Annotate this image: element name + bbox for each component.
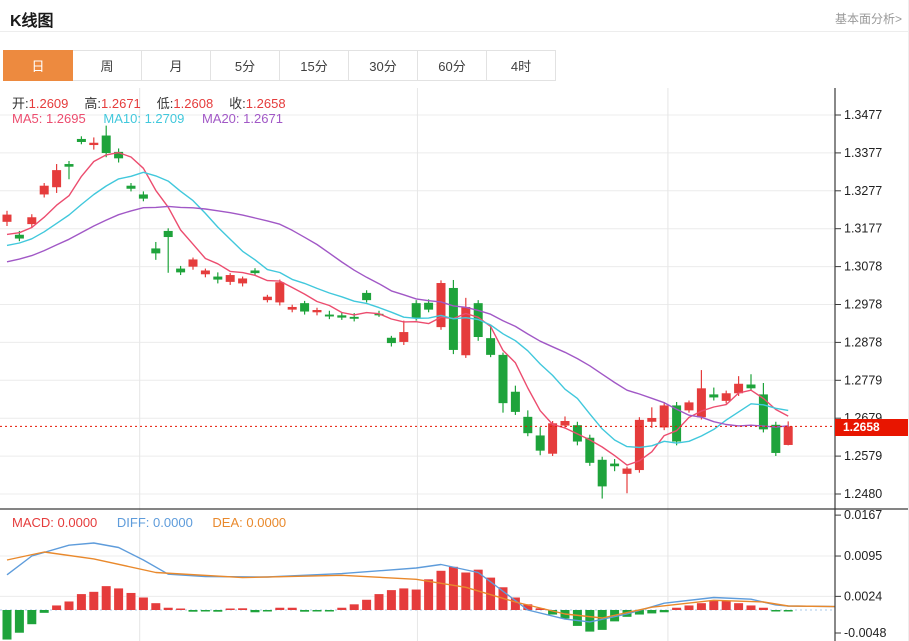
price-axis-label: 1.3377: [844, 146, 882, 160]
axes-layer: [0, 88, 909, 641]
period-tab-5min[interactable]: 5分: [210, 50, 280, 81]
close-label: 收:: [229, 96, 246, 111]
price-axis-label: 1.2878: [844, 335, 882, 349]
price-axis-label: 1.2978: [844, 298, 882, 312]
high-value: 1.2671: [101, 96, 141, 111]
dea-value-readout: DEA: 0.0000: [212, 515, 286, 530]
period-tab-month[interactable]: 月: [141, 50, 211, 81]
diff-value-readout: DIFF: 0.0000: [117, 515, 193, 530]
period-tab-60min[interactable]: 60分: [417, 50, 487, 81]
fundamental-analysis-link[interactable]: 基本面分析>: [835, 10, 902, 27]
open-label: 开:: [12, 96, 29, 111]
page-header: K线图 基本面分析>: [0, 0, 908, 32]
macd-value-readout: MACD: 0.0000: [12, 515, 97, 530]
price-axis-label: 1.3277: [844, 184, 882, 198]
period-tab-4hour[interactable]: 4时: [486, 50, 556, 81]
close-value: 1.2658: [246, 96, 286, 111]
macd-readout: MACD: 0.0000 DIFF: 0.0000 DEA: 0.0000: [12, 515, 302, 530]
ma20-readout: MA20: 1.2671: [202, 111, 283, 126]
macd-axis-labels: 0.0167 0.0095 0.0024 -0.0048: [835, 508, 886, 640]
low-value: 1.2608: [173, 96, 213, 111]
last-price-tag: 1.2658: [835, 419, 909, 436]
price-axis-label: 1.2480: [844, 487, 882, 501]
price-axis-label: 1.3177: [844, 222, 882, 236]
price-axis-label: 1.3477: [844, 108, 882, 122]
period-tab-30min[interactable]: 30分: [348, 50, 418, 81]
ma5-readout: MA5: 1.2695: [12, 111, 86, 126]
macd-axis-label: 0.0167: [844, 508, 882, 522]
period-tab-day[interactable]: 日: [3, 50, 73, 81]
kline-page: K线图 基本面分析> 日周月5分15分30分60分4时 1.3477 1.3377…: [0, 0, 909, 641]
grid-layer: [0, 88, 835, 641]
high-label: 高:: [84, 96, 101, 111]
price-axis-label: 1.2779: [844, 373, 882, 387]
macd-axis-label: 0.0095: [844, 549, 882, 563]
low-label: 低:: [157, 96, 174, 111]
period-tabs: 日周月5分15分30分60分4时: [4, 50, 556, 81]
macd-axis-label: -0.0048: [844, 626, 886, 640]
macd-axis-label: 0.0024: [844, 589, 882, 603]
ma-readout: MA5: 1.2695 MA10: 1.2709 MA20: 1.2671: [12, 111, 297, 126]
ma20-line: [7, 206, 788, 427]
period-tab-week[interactable]: 周: [72, 50, 142, 81]
price-axis-labels: 1.3477 1.3377 1.3277 1.3177 1.3078 1.2978 1.28…: [835, 108, 882, 501]
ma10-readout: MA10: 1.2709: [103, 111, 184, 126]
ohlc-readout: 开:1.2609 高:1.2671 低:1.2608 收:1.2658: [12, 93, 302, 112]
price-axis-label: 1.3078: [844, 260, 882, 274]
open-value: 1.2609: [29, 96, 69, 111]
page-title: K线图: [10, 7, 54, 31]
price-axis-label: 1.2579: [844, 449, 882, 463]
period-tab-15min[interactable]: 15分: [279, 50, 349, 81]
